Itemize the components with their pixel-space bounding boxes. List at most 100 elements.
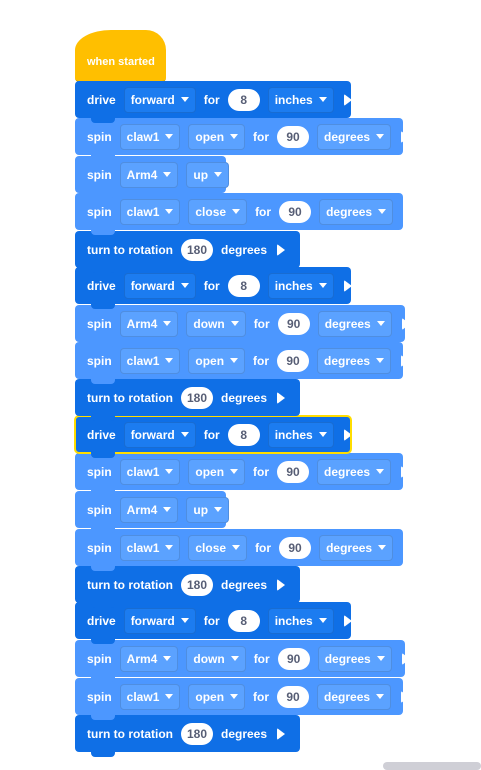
- run-block-icon[interactable]: [343, 279, 352, 292]
- direction-dropdown[interactable]: down: [186, 645, 246, 672]
- direction-dropdown[interactable]: open: [188, 347, 246, 374]
- motor-dropdown[interactable]: claw1: [119, 458, 181, 485]
- unit-dropdown[interactable]: inches: [267, 272, 334, 299]
- motor-dropdown[interactable]: Arm4: [119, 645, 179, 672]
- horizontal-scrollbar[interactable]: [383, 762, 481, 770]
- when-started-hat-block[interactable]: when started: [75, 30, 166, 82]
- for-label: for: [255, 204, 272, 219]
- direction-dropdown[interactable]: close: [188, 198, 248, 225]
- block-keyword: turn to rotation: [87, 726, 173, 741]
- motor-dropdown[interactable]: claw1: [119, 123, 181, 150]
- run-block-icon[interactable]: [401, 652, 410, 665]
- run-block-icon[interactable]: [343, 614, 352, 627]
- motor-dropdown[interactable]: Arm4: [119, 310, 179, 337]
- drive-block[interactable]: drive forward for 8 inches: [75, 267, 352, 309]
- turn-to-rotation-block[interactable]: turn to rotation 180 degrees: [75, 715, 300, 757]
- drive-block[interactable]: drive forward for 8 inches: [74, 415, 352, 458]
- run-block-icon[interactable]: [401, 690, 410, 703]
- direction-dropdown[interactable]: open: [188, 458, 246, 485]
- motor-dropdown[interactable]: claw1: [119, 347, 181, 374]
- caret-down-icon: [232, 545, 241, 550]
- spin-block[interactable]: spin Arm4 up: [75, 491, 230, 533]
- spin-block[interactable]: spin claw1 close for 90 degrees: [75, 529, 412, 571]
- direction-dropdown[interactable]: forward: [123, 421, 196, 448]
- run-block-icon[interactable]: [277, 578, 286, 591]
- run-block-icon[interactable]: [277, 391, 286, 404]
- run-block-icon[interactable]: [277, 243, 286, 256]
- run-block-icon[interactable]: [343, 428, 352, 441]
- amount-input[interactable]: 90: [277, 685, 310, 708]
- amount-input[interactable]: 90: [277, 312, 310, 335]
- spin-block[interactable]: spin Arm4 down for 90 degrees: [75, 640, 410, 682]
- run-block-icon[interactable]: [277, 727, 286, 740]
- direction-dropdown[interactable]: up: [186, 496, 230, 523]
- direction-dropdown[interactable]: close: [188, 534, 248, 561]
- motor-dropdown[interactable]: claw1: [119, 534, 181, 561]
- caret-down-icon: [165, 694, 174, 699]
- direction-dropdown[interactable]: forward: [123, 272, 196, 299]
- run-block-icon[interactable]: [403, 541, 412, 554]
- run-block-icon[interactable]: [403, 205, 412, 218]
- unit-value: inches: [274, 92, 313, 107]
- unit-dropdown[interactable]: degrees: [317, 645, 392, 672]
- amount-input[interactable]: 90: [279, 200, 312, 223]
- unit-dropdown[interactable]: inches: [267, 607, 334, 634]
- spin-block[interactable]: spin claw1 open for 90 degrees: [75, 342, 410, 384]
- unit-dropdown[interactable]: degrees: [317, 123, 392, 150]
- distance-input[interactable]: 8: [227, 88, 260, 111]
- amount-input[interactable]: 90: [277, 349, 310, 372]
- turn-to-rotation-block[interactable]: turn to rotation 180 degrees: [75, 231, 300, 273]
- amount-input[interactable]: 90: [279, 536, 312, 559]
- unit-dropdown[interactable]: degrees: [319, 534, 394, 561]
- turn-to-rotation-block[interactable]: turn to rotation 180 degrees: [75, 566, 300, 608]
- amount-input[interactable]: 90: [277, 125, 310, 148]
- distance-input[interactable]: 8: [227, 609, 260, 632]
- direction-dropdown[interactable]: down: [186, 310, 246, 337]
- direction-dropdown[interactable]: up: [186, 161, 230, 188]
- turn-to-rotation-block[interactable]: turn to rotation 180 degrees: [75, 379, 300, 421]
- unit-dropdown[interactable]: inches: [267, 421, 334, 448]
- amount-input[interactable]: 90: [277, 647, 310, 670]
- motor-dropdown[interactable]: Arm4: [119, 496, 179, 523]
- run-block-icon[interactable]: [401, 354, 410, 367]
- spin-block[interactable]: spin Arm4 down for 90 degrees: [75, 305, 410, 347]
- rotation-input[interactable]: 180: [180, 386, 213, 409]
- unit-dropdown[interactable]: degrees: [317, 310, 392, 337]
- direction-dropdown[interactable]: forward: [123, 86, 196, 113]
- motor-dropdown[interactable]: claw1: [119, 198, 181, 225]
- block-keyword: spin: [87, 129, 112, 144]
- rotation-input[interactable]: 180: [180, 238, 213, 261]
- caret-down-icon: [165, 209, 174, 214]
- caret-down-icon: [376, 358, 385, 363]
- unit-dropdown[interactable]: degrees: [317, 683, 392, 710]
- distance-input[interactable]: 8: [227, 274, 260, 297]
- run-block-icon[interactable]: [401, 317, 410, 330]
- unit-dropdown[interactable]: degrees: [317, 458, 392, 485]
- direction-dropdown[interactable]: forward: [123, 607, 196, 634]
- motor-value: Arm4: [126, 502, 158, 517]
- motor-dropdown[interactable]: claw1: [119, 683, 181, 710]
- spin-block[interactable]: spin claw1 open for 90 degrees: [75, 678, 410, 720]
- rotation-input[interactable]: 180: [180, 573, 213, 596]
- run-block-icon[interactable]: [401, 130, 410, 143]
- caret-down-icon: [230, 469, 239, 474]
- block-keyword: spin: [87, 353, 112, 368]
- rotation-input[interactable]: 180: [180, 722, 213, 745]
- unit-dropdown[interactable]: degrees: [317, 347, 392, 374]
- run-block-icon[interactable]: [401, 465, 410, 478]
- amount-input[interactable]: 90: [277, 460, 310, 483]
- unit-dropdown[interactable]: degrees: [319, 198, 394, 225]
- spin-block[interactable]: spin claw1 open for 90 degrees: [75, 453, 410, 495]
- distance-input[interactable]: 8: [227, 423, 260, 446]
- direction-dropdown[interactable]: open: [188, 683, 246, 710]
- direction-dropdown[interactable]: open: [188, 123, 246, 150]
- run-block-icon[interactable]: [343, 93, 352, 106]
- caret-down-icon: [376, 656, 385, 661]
- unit-dropdown[interactable]: inches: [267, 86, 334, 113]
- drive-block[interactable]: drive forward for 8 inches: [75, 81, 352, 123]
- motor-dropdown[interactable]: Arm4: [119, 161, 179, 188]
- drive-block[interactable]: drive forward for 8 inches: [75, 602, 352, 644]
- spin-block[interactable]: spin Arm4 up: [75, 156, 230, 198]
- spin-block[interactable]: spin claw1 close for 90 degrees: [75, 193, 412, 235]
- spin-block[interactable]: spin claw1 open for 90 degrees: [75, 118, 410, 160]
